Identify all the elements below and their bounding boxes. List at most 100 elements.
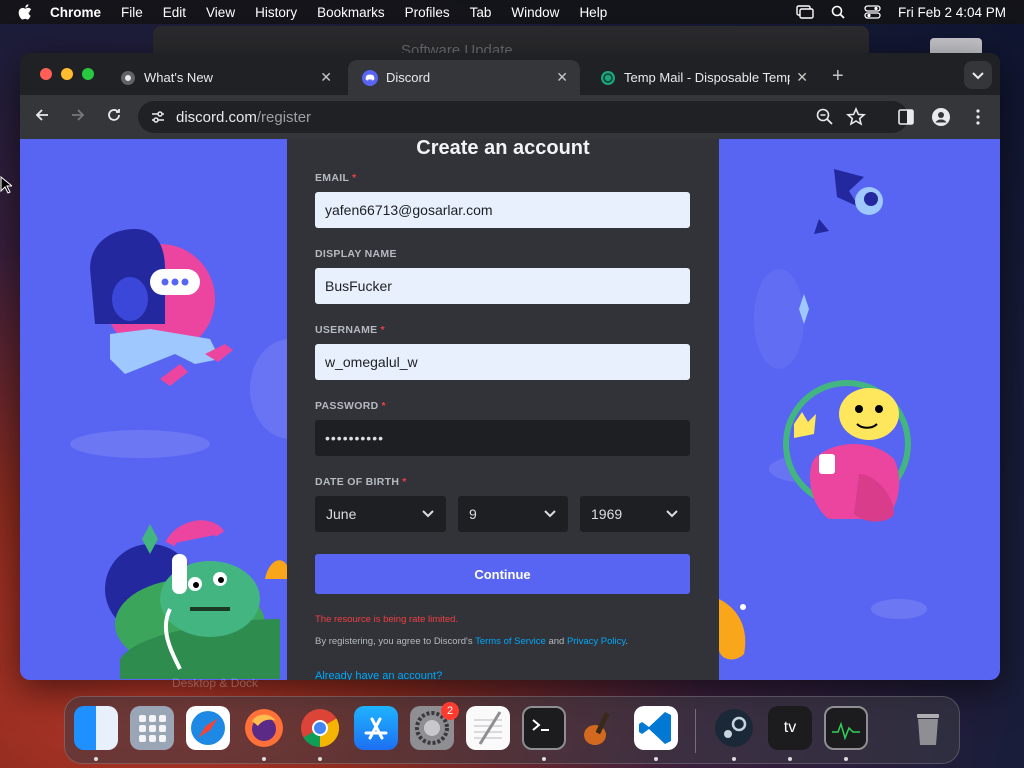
tab-discord[interactable]: Discord ✕	[348, 60, 580, 95]
menu-bookmarks[interactable]: Bookmarks	[317, 5, 385, 20]
display-name-label: DISPLAY NAME	[315, 248, 397, 260]
menu-help[interactable]: Help	[579, 5, 607, 20]
error-message: The resource is being rate limited.	[315, 614, 459, 625]
pen-on-paper-icon	[474, 711, 502, 745]
terminal-prompt-icon	[532, 719, 549, 731]
menu-profiles[interactable]: Profiles	[405, 5, 450, 20]
terms-of-service-link[interactable]: Terms of Service	[475, 636, 546, 647]
menu-edit[interactable]: Edit	[163, 5, 186, 20]
safari-icon[interactable]	[186, 706, 230, 750]
privacy-policy-link[interactable]: Privacy Policy	[567, 636, 625, 647]
menu-bar: Chrome File Edit View History Bookmarks …	[0, 0, 1024, 24]
username-label: USERNAME *	[315, 324, 691, 336]
dob-day-select[interactable]: 9	[458, 496, 568, 532]
page-title: Create an account	[416, 139, 590, 159]
chrome-logo-icon	[301, 709, 340, 748]
register-card: Create an account EMAIL * yafen66713@gosa…	[287, 139, 719, 680]
menu-app-name[interactable]: Chrome	[50, 5, 101, 20]
finder-icon[interactable]	[74, 706, 118, 750]
password-label-text: PASSWORD	[315, 400, 379, 412]
running-indicator	[654, 757, 658, 761]
username-field[interactable]: w_omegalul_w	[315, 344, 690, 380]
url-path: /register	[256, 108, 312, 126]
chevron-down-icon	[422, 510, 434, 518]
dob-year-value: 1969	[591, 506, 623, 522]
compass-icon	[191, 711, 225, 745]
bookmark-star-icon[interactable]	[846, 107, 866, 127]
menu-view[interactable]: View	[206, 5, 235, 20]
spotlight-search-icon[interactable]	[830, 5, 848, 19]
dob-year-select[interactable]: 1969	[580, 496, 690, 532]
running-indicator	[732, 757, 736, 761]
menu-tab[interactable]: Tab	[470, 5, 492, 20]
profile-icon[interactable]	[931, 107, 951, 127]
apple-icon[interactable]	[18, 4, 32, 20]
apple-tv-icon[interactable]: tv	[768, 706, 812, 750]
forward-icon[interactable]	[70, 107, 86, 123]
steam-icon[interactable]	[712, 706, 756, 750]
back-icon[interactable]	[34, 107, 50, 123]
dock-separator	[695, 709, 696, 753]
minimize-window-button[interactable]	[61, 68, 73, 80]
garageband-icon[interactable]	[578, 706, 622, 750]
window-controls	[40, 68, 94, 80]
chrome-icon	[121, 70, 135, 85]
textedit-icon[interactable]	[466, 706, 510, 750]
tab-temp-mail[interactable]: Temp Mail - Disposable Temp ✕	[586, 60, 820, 95]
tab-strip: What's New ✕ Discord ✕ Temp Mail - Dispo…	[20, 53, 1000, 95]
username-label-text: USERNAME	[315, 324, 378, 336]
firefox-icon[interactable]	[242, 706, 286, 750]
chrome-icon[interactable]	[298, 706, 342, 750]
chevron-down-icon	[972, 72, 984, 80]
email-field[interactable]: yafen66713@gosarlar.com	[315, 192, 690, 228]
new-tab-button[interactable]: +	[832, 65, 844, 88]
running-indicator	[262, 757, 266, 761]
activity-monitor-icon[interactable]	[824, 706, 868, 750]
side-panel-icon[interactable]	[896, 107, 916, 127]
terminal-icon[interactable]	[522, 706, 566, 750]
dock-ghost-label: Desktop & Dock	[172, 676, 259, 690]
tab-whats-new[interactable]: What's New ✕	[106, 60, 344, 95]
terms-text: By registering, you agree to Discord's T…	[315, 636, 691, 647]
tab-search-button[interactable]	[964, 61, 992, 89]
password-field[interactable]: ••••••••••	[315, 420, 690, 456]
close-window-button[interactable]	[40, 68, 52, 80]
dock: 2 tv	[64, 696, 960, 764]
menu-window[interactable]: Window	[511, 5, 559, 20]
continue-button[interactable]: Continue	[315, 554, 690, 594]
close-tab-icon[interactable]: ✕	[796, 69, 808, 86]
close-tab-icon[interactable]: ✕	[556, 69, 568, 86]
apple-tv-label: tv	[783, 719, 797, 736]
display-name-field[interactable]: BusFucker	[315, 268, 690, 304]
tempmail-icon	[601, 70, 615, 85]
running-indicator	[542, 757, 546, 761]
dob-month-value: June	[326, 506, 357, 522]
running-indicator	[844, 757, 848, 761]
screen-mirroring-icon[interactable]	[796, 5, 814, 19]
menu-file[interactable]: File	[121, 5, 143, 20]
vscode-logo-icon	[639, 712, 671, 744]
terms-prefix: By registering, you agree to Discord's	[315, 636, 476, 647]
notification-badge: 2	[441, 702, 459, 720]
app-store-icon[interactable]	[354, 706, 398, 750]
more-menu-icon[interactable]	[968, 107, 988, 127]
vscode-icon[interactable]	[634, 706, 678, 750]
site-info-icon[interactable]	[150, 109, 166, 125]
menu-history[interactable]: History	[255, 5, 297, 20]
dob-month-select[interactable]: June	[315, 496, 446, 532]
terms-suffix: .	[625, 636, 629, 647]
dob-label: DATE OF BIRTH *	[315, 476, 691, 488]
zoom-icon[interactable]	[815, 107, 835, 127]
close-tab-icon[interactable]: ✕	[320, 69, 332, 86]
trash-can-icon	[917, 714, 939, 745]
address-bar[interactable]: discord.com/register	[138, 101, 908, 133]
page-content: Create an account EMAIL * yafen66713@gosa…	[20, 139, 1000, 680]
reload-icon[interactable]	[106, 107, 122, 123]
control-center-icon[interactable]	[864, 5, 882, 19]
menu-clock[interactable]: Fri Feb 2 4:04 PM	[898, 5, 1006, 20]
login-link[interactable]: Already have an account?	[315, 670, 442, 680]
maximize-window-button[interactable]	[82, 68, 94, 80]
trash-icon[interactable]	[906, 706, 950, 750]
required-mark: *	[352, 172, 357, 184]
launchpad-icon[interactable]	[130, 706, 174, 750]
